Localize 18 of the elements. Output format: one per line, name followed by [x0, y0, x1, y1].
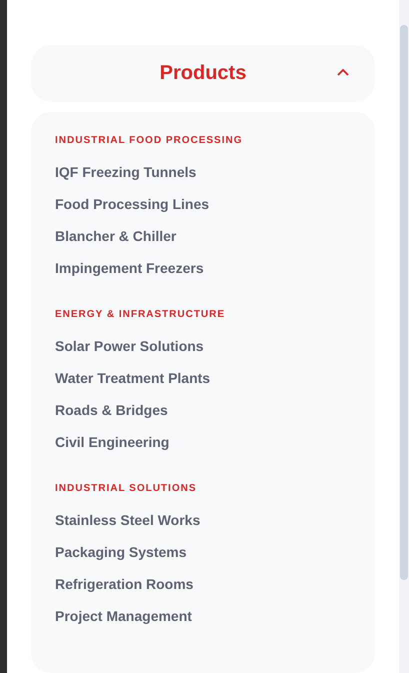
menu-link[interactable]: Impingement Freezers	[55, 252, 204, 284]
menu-link[interactable]: Solar Power Solutions	[55, 330, 204, 362]
category-heading: INDUSTRIAL FOOD PROCESSING	[55, 135, 244, 146]
menu-link[interactable]: Refrigeration Rooms	[55, 568, 194, 600]
scrollbar[interactable]	[399, 0, 409, 673]
menu-link[interactable]: Water Treatment Plants	[55, 362, 210, 394]
menu-link[interactable]: Food Processing Lines	[55, 188, 210, 220]
menu-link[interactable]: Packaging Systems	[55, 536, 187, 568]
menu-link[interactable]: Civil Engineering	[55, 426, 170, 458]
menu-link[interactable]: Roads & Bridges	[55, 394, 168, 426]
menu-link[interactable]: Project Management	[55, 600, 192, 632]
category-heading: ENERGY & INFRASTRUCTURE	[55, 309, 226, 320]
category-heading: INDUSTRIAL SOLUTIONS	[55, 483, 198, 494]
chevron-icon	[337, 68, 349, 76]
menu-link[interactable]: Stainless Steel Works	[55, 504, 200, 536]
menu-link[interactable]: IQF Freezing Tunnels	[55, 156, 196, 188]
products-toggle-button[interactable]: Products	[31, 45, 375, 102]
menu-link[interactable]: Blancher & Chiller	[55, 220, 176, 252]
